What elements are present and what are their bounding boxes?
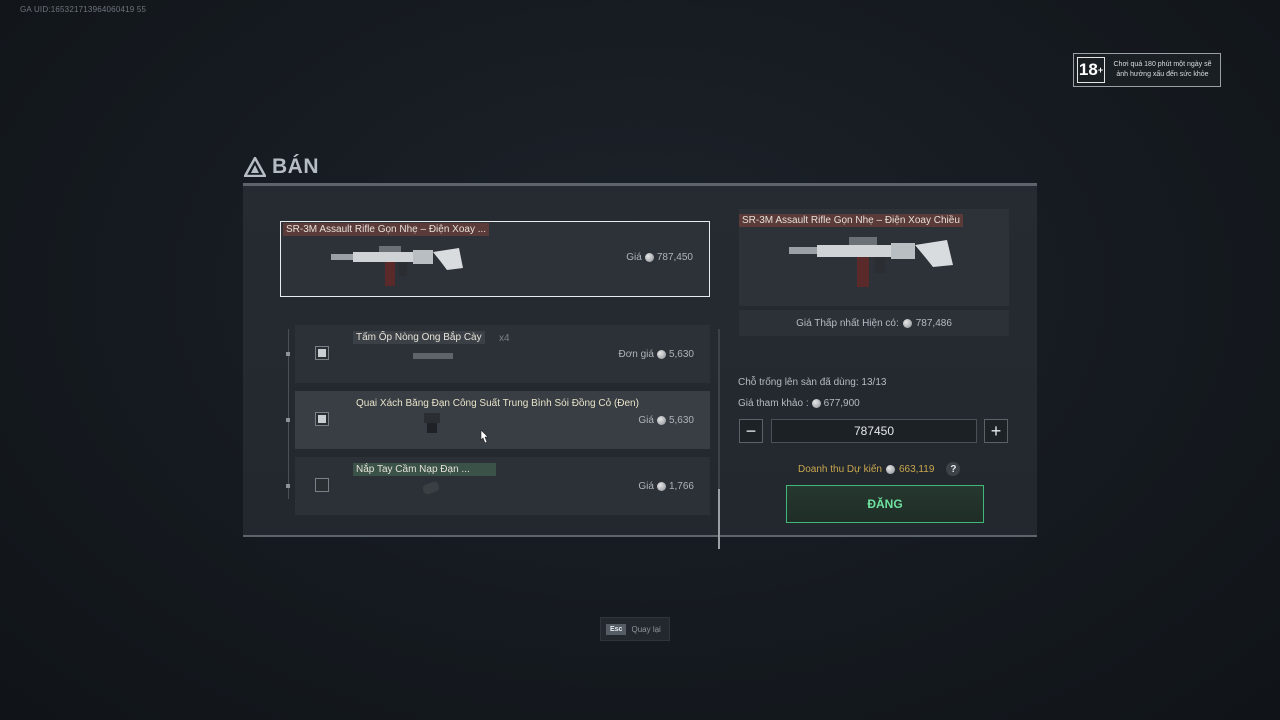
sub-item-row[interactable]: Quai Xách Băng Đạn Công Suất Trung Bình … bbox=[295, 391, 710, 449]
charging-handle-image bbox=[422, 481, 440, 495]
coin-icon bbox=[656, 482, 666, 491]
sub-item-checkbox[interactable] bbox=[315, 412, 329, 426]
back-button[interactable]: Esc Quay lại bbox=[600, 617, 670, 641]
scrollbar-track[interactable] bbox=[718, 329, 720, 509]
sub-item-name: Nắp Tay Cầm Nạp Đạn ... bbox=[353, 463, 496, 476]
rifle-image bbox=[331, 246, 463, 286]
price-label: Đơn giá bbox=[618, 349, 654, 360]
expected-revenue: Doanh thu Dự kiến 663,119 ? bbox=[798, 462, 961, 476]
price-label: Giá bbox=[638, 481, 654, 492]
coin-icon bbox=[811, 399, 821, 408]
price-value: 5,630 bbox=[668, 415, 694, 426]
price-value: 1,766 bbox=[668, 481, 694, 492]
sub-item-row[interactable]: Nắp Tay Cầm Nạp Đạn ... Giá 1,766 bbox=[295, 457, 710, 515]
expected-revenue-label: Doanh thu Dự kiến bbox=[798, 463, 882, 475]
reference-price-label: Giá tham khảo : bbox=[738, 398, 809, 409]
age-rating-box: 18 + bbox=[1077, 57, 1105, 83]
item-list: SR-3M Assault Rifle Gọn Nhẹ – Điện Xoay … bbox=[270, 219, 720, 549]
sub-item-name: Quai Xách Băng Đạn Công Suất Trung Bình … bbox=[356, 398, 639, 409]
panel-title: BÁN bbox=[244, 155, 319, 179]
sub-item-row[interactable]: Tấm Ốp Nòng Ong Bắp Cày x4 Đơn giá 5,630 bbox=[295, 325, 710, 383]
sub-item-checkbox[interactable] bbox=[315, 478, 329, 492]
mouse-cursor-icon bbox=[480, 430, 489, 444]
decrease-price-button[interactable]: − bbox=[739, 419, 763, 443]
age-rating-badge: 18 + Chơi quá 180 phút một ngày sẽ ảnh hư… bbox=[1073, 53, 1221, 87]
uid-label: GA UID:165321713964060419 55 bbox=[20, 5, 147, 14]
price-value: 787,450 bbox=[656, 252, 693, 263]
age-rating-plus: + bbox=[1097, 65, 1104, 75]
sell-panel: SR-3M Assault Rifle Gọn Nhẹ – Điện Xoay … bbox=[243, 183, 1037, 549]
magazine-carrier-image bbox=[424, 413, 440, 433]
panel-title-text: BÁN bbox=[272, 155, 319, 178]
price-value: 5,630 bbox=[668, 349, 694, 360]
coin-icon bbox=[885, 464, 895, 474]
age-rating-notice: Chơi quá 180 phút một ngày sẽ ảnh hưởng … bbox=[1113, 61, 1212, 78]
lowest-price-row: Giá Thấp nhất Hiện có: 787,486 bbox=[739, 310, 1009, 336]
post-listing-button[interactable]: ĐĂNG bbox=[786, 485, 984, 523]
tree-node-dot bbox=[286, 484, 290, 488]
age-rating-number: 18 bbox=[1078, 60, 1098, 79]
sub-item-qty: x4 bbox=[499, 333, 510, 344]
reference-price-value: 677,900 bbox=[823, 398, 860, 409]
scrollbar-thumb[interactable] bbox=[718, 489, 720, 549]
selected-weapon-item[interactable]: SR-3M Assault Rifle Gọn Nhẹ – Điện Xoay … bbox=[280, 221, 710, 297]
price-label: Giá bbox=[638, 415, 654, 426]
lowest-price-label: Giá Thấp nhất Hiện có: bbox=[796, 317, 899, 329]
tree-node-dot bbox=[286, 418, 290, 422]
sub-item-name: Tấm Ốp Nòng Ong Bắp Cày bbox=[353, 331, 485, 344]
esc-key-icon: Esc bbox=[606, 623, 627, 635]
coin-icon bbox=[902, 318, 912, 328]
coin-icon bbox=[644, 253, 654, 262]
tree-node-dot bbox=[286, 352, 290, 356]
expected-revenue-value: 663,119 bbox=[898, 463, 935, 475]
lowest-price-value: 787,486 bbox=[915, 317, 952, 329]
detail-card: SR-3M Assault Rifle Gọn Nhẹ – Điện Xoay … bbox=[739, 209, 1009, 306]
reference-price: Giá tham khảo : 677,900 bbox=[738, 398, 860, 409]
increase-price-button[interactable]: + bbox=[984, 419, 1008, 443]
selected-weapon-price: Giá 787,450 bbox=[626, 252, 693, 263]
warning-triangle-icon bbox=[244, 157, 266, 177]
handguard-image bbox=[413, 353, 453, 359]
sub-item-price: Đơn giá 5,630 bbox=[619, 349, 695, 360]
coin-icon bbox=[656, 350, 666, 359]
listing-slots-text: Chỗ trống lên sàn đã dùng: 13/13 bbox=[738, 377, 887, 388]
price-label: Giá bbox=[626, 252, 642, 263]
listing-slots: Chỗ trống lên sàn đã dùng: 13/13 bbox=[738, 377, 886, 388]
back-label: Quay lại bbox=[631, 624, 661, 634]
rifle-image bbox=[789, 237, 953, 287]
help-icon[interactable]: ? bbox=[946, 462, 961, 476]
sub-item-price: Giá 1,766 bbox=[638, 481, 694, 492]
sub-item-price: Giá 5,630 bbox=[638, 415, 694, 426]
coin-icon bbox=[656, 416, 666, 425]
detail-weapon-name: SR-3M Assault Rifle Gọn Nhẹ – Điện Xoay … bbox=[739, 214, 963, 227]
price-input[interactable] bbox=[771, 419, 977, 443]
sub-item-checkbox[interactable] bbox=[315, 346, 329, 360]
selected-weapon-name: SR-3M Assault Rifle Gọn Nhẹ – Điện Xoay … bbox=[283, 223, 490, 236]
